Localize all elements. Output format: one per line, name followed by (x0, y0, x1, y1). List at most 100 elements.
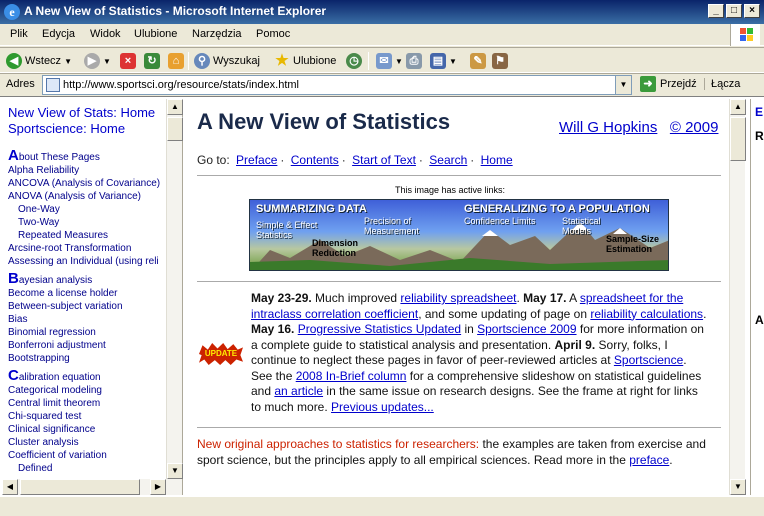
forward-button[interactable]: ▶ ▼ (84, 52, 111, 70)
index-item[interactable]: Between-subject variation (2, 300, 182, 313)
mail-button[interactable]: ✉ ▼ (376, 52, 403, 70)
sportscience-link[interactable]: Sportscience (614, 353, 683, 367)
scroll-thumb[interactable] (167, 117, 183, 141)
menu-favorites[interactable]: Ulubione (134, 28, 177, 40)
index-item[interactable]: ANCOVA (Analysis of Covariance) (2, 177, 182, 190)
right-frame-link[interactable]: E (755, 105, 763, 119)
minimize-button[interactable]: _ (708, 4, 724, 18)
menu-help[interactable]: Pomoc (256, 28, 290, 40)
index-item[interactable]: Alpha Reliability (2, 164, 182, 177)
menu-tools[interactable]: Narzędzia (192, 28, 242, 40)
image-map-banner[interactable]: SUMMARIZING DATA GENERALIZING TO A POPUL… (249, 199, 669, 271)
messenger-button[interactable]: ⚑ (492, 52, 508, 70)
close-button[interactable]: × (744, 4, 760, 18)
index-item[interactable]: Arcsine-root Transformation (2, 242, 182, 255)
back-dropdown-icon[interactable]: ▼ (64, 57, 72, 66)
index-subitem[interactable]: Repeated Measures (2, 229, 182, 242)
maximize-button[interactable]: □ (726, 4, 742, 18)
scroll-up-icon[interactable]: ▲ (730, 99, 746, 115)
stop-button[interactable]: × (120, 52, 136, 70)
updates-paragraph: May 23-29. Much improved reliability spr… (251, 291, 707, 414)
forward-dropdown-icon[interactable]: ▼ (103, 57, 111, 66)
scroll-thumb[interactable] (730, 117, 746, 161)
main-frame-scrollbar[interactable]: ▲ ▼ (729, 99, 746, 495)
sportscience-2009-link[interactable]: Sportscience 2009 (477, 322, 576, 336)
banner-confidence[interactable]: Confidence Limits (464, 216, 536, 226)
goto-contents-link[interactable]: Contents (291, 153, 339, 167)
index-item[interactable]: Become a license holder (2, 287, 182, 300)
mail-icon: ✉ (376, 53, 392, 69)
banner-summarizing[interactable]: SUMMARIZING DATA (256, 203, 367, 215)
scroll-down-icon[interactable]: ▼ (167, 463, 183, 479)
reliability-spreadsheet-link[interactable]: reliability spreadsheet (400, 291, 516, 305)
an-article-link[interactable]: an article (274, 384, 323, 398)
index-item[interactable]: Categorical modeling (2, 384, 182, 397)
go-button[interactable]: ➜ Przejdź (640, 76, 697, 92)
banner-dimension[interactable]: Dimension Reduction (312, 238, 372, 258)
index-item[interactable]: Chi-squared test (2, 410, 182, 423)
index-item[interactable]: Cluster analysis (2, 436, 182, 449)
address-dropdown-icon[interactable]: ▼ (615, 76, 631, 94)
index-item[interactable]: Bonferroni adjustment (2, 339, 182, 352)
index-item[interactable]: Clinical significance (2, 423, 182, 436)
banner-generalizing[interactable]: GENERALIZING TO A POPULATION (464, 203, 650, 215)
menu-file[interactable]: Plik (10, 28, 28, 40)
goto-start-link[interactable]: Start of Text (352, 153, 416, 167)
previous-updates-link[interactable]: Previous updates... (331, 400, 434, 414)
home-link-sportscience[interactable]: Sportscience: Home (2, 121, 182, 137)
index-item[interactable]: Bayesian analysis (2, 271, 182, 287)
author-link[interactable]: Will G Hopkins (559, 119, 657, 136)
goto-preface-link[interactable]: Preface (236, 153, 277, 167)
banner-precision[interactable]: Precision of Measurement (364, 216, 434, 236)
banner-samplesize[interactable]: Sample-Size Estimation (606, 234, 668, 254)
menu-view[interactable]: Widok (90, 28, 121, 40)
index-item[interactable]: Calibration equation (2, 368, 182, 384)
refresh-button[interactable]: ↻ (144, 52, 160, 70)
favorites-button[interactable]: ★ Ulubione (274, 52, 336, 70)
search-button[interactable]: ⚲ Wyszukaj (194, 52, 260, 70)
reliability-calculations-link[interactable]: reliability calculations (590, 307, 703, 321)
edit-dropdown-icon[interactable]: ▼ (449, 57, 457, 66)
index-item[interactable]: Coefficient of variation (2, 449, 182, 462)
banner-models[interactable]: Statistical Models (562, 216, 622, 236)
banner-simple-stats[interactable]: Simple & Effect Statistics (256, 220, 336, 240)
index-item[interactable]: ANOVA (Analysis of Variance) (2, 190, 182, 203)
page-icon (46, 78, 60, 92)
preface-link[interactable]: preface (629, 453, 669, 467)
index-item[interactable]: Central limit theorem (2, 397, 182, 410)
left-frame-scrollbar[interactable]: ▲ ▼ (166, 99, 183, 479)
address-input[interactable]: http://www.sportsci.org/resource/stats/i… (42, 75, 632, 95)
index-subitem[interactable]: One-Way (2, 203, 182, 216)
scroll-left-icon[interactable]: ◀ (2, 479, 18, 495)
left-frame-hscrollbar[interactable]: ◀ ▶ (2, 479, 182, 495)
home-button[interactable]: ⌂ (168, 52, 184, 70)
scroll-right-icon[interactable]: ▶ (150, 479, 166, 495)
print-button[interactable]: ⎙ (406, 52, 422, 70)
copyright-link[interactable]: © 2009 (670, 119, 719, 136)
discuss-button[interactable]: ✎ (470, 52, 486, 70)
goto-home-link[interactable]: Home (481, 153, 513, 167)
links-button[interactable]: Łącza (704, 78, 740, 90)
index-item[interactable]: Bias (2, 313, 182, 326)
index-subitem[interactable]: Defined (2, 462, 182, 475)
back-button[interactable]: ◀ Wstecz ▼ (6, 52, 72, 70)
author-line: Will G Hopkins © 2009 (559, 119, 718, 136)
menu-edit[interactable]: Edycja (42, 28, 75, 40)
edit-button[interactable]: ▤ ▼ (430, 52, 457, 70)
progressive-statistics-link[interactable]: Progressive Statistics Updated (298, 322, 461, 336)
index-item[interactable]: Assessing an Individual (using reli (2, 255, 182, 268)
index-item[interactable]: Bootstrapping (2, 352, 182, 365)
index-item[interactable]: About These Pages (2, 148, 182, 164)
scroll-down-icon[interactable]: ▼ (730, 479, 746, 495)
home-link-stats[interactable]: New View of Stats: Home (2, 105, 182, 121)
index-subitem[interactable]: Two-Way (2, 216, 182, 229)
index-item[interactable]: Binomial regression (2, 326, 182, 339)
history-button[interactable]: ◷ (346, 52, 362, 70)
in-brief-link[interactable]: 2008 In-Brief column (296, 369, 407, 383)
mail-dropdown-icon[interactable]: ▼ (395, 57, 403, 66)
address-url[interactable]: http://www.sportsci.org/resource/stats/i… (63, 79, 299, 91)
star-icon: ★ (275, 52, 289, 69)
goto-search-link[interactable]: Search (429, 153, 467, 167)
scroll-up-icon[interactable]: ▲ (167, 99, 183, 115)
hscroll-thumb[interactable] (20, 479, 140, 495)
